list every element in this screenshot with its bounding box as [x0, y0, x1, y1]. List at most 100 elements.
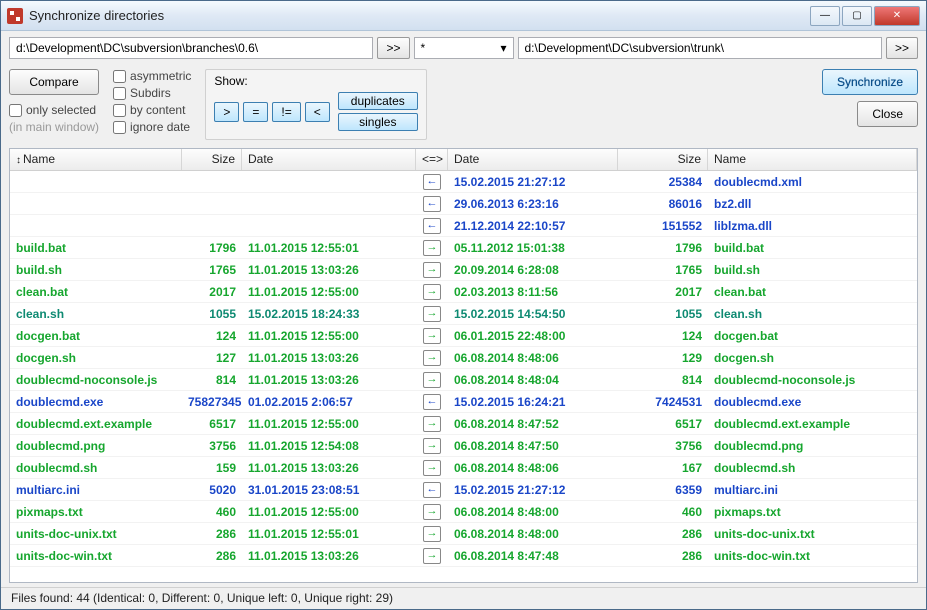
table-row[interactable]: build.sh176511.01.2015 13:03:26→20.09.20… — [10, 259, 917, 281]
col-name-left[interactable]: Name — [10, 149, 182, 170]
table-row[interactable]: ←15.02.2015 21:27:1225384doublecmd.xml — [10, 171, 917, 193]
copy-right-button[interactable]: >> — [886, 37, 918, 59]
asymmetric-checkbox[interactable]: asymmetric — [113, 69, 191, 83]
cell-operation[interactable]: ← — [416, 482, 448, 498]
cell-operation[interactable]: → — [416, 526, 448, 542]
cell-size-right: 124 — [618, 329, 708, 343]
cell-size-right: 167 — [618, 461, 708, 475]
table-row[interactable]: doublecmd.sh15911.01.2015 13:03:26→06.08… — [10, 457, 917, 479]
cell-date-right: 06.08.2014 8:47:48 — [448, 549, 618, 563]
filter-combo[interactable]: *▾ — [414, 37, 514, 59]
col-name-right[interactable]: Name — [708, 149, 917, 170]
compare-button[interactable]: Compare — [9, 69, 99, 95]
cell-size-left: 1796 — [182, 241, 242, 255]
cell-size-right: 460 — [618, 505, 708, 519]
show-notequal-button[interactable]: != — [272, 102, 300, 122]
show-stacked: duplicates singles — [338, 92, 418, 131]
cell-size-right: 1796 — [618, 241, 708, 255]
cell-operation[interactable]: ← — [416, 218, 448, 234]
table-row[interactable]: clean.bat201711.01.2015 12:55:00→02.03.2… — [10, 281, 917, 303]
option-checks: asymmetric Subdirs by content ignore dat… — [113, 69, 191, 134]
window-title: Synchronize directories — [29, 8, 808, 23]
only-selected-note: (in main window) — [9, 120, 99, 134]
cell-date-right: 29.06.2013 6:23:16 — [448, 197, 618, 211]
show-row: > = != < duplicates singles — [214, 92, 417, 131]
show-newer-right-button[interactable]: < — [305, 102, 330, 122]
cell-name-left: build.bat — [10, 241, 182, 255]
show-equal-button[interactable]: = — [243, 102, 268, 122]
table-row[interactable]: doublecmd.png375611.01.2015 12:54:08→06.… — [10, 435, 917, 457]
table-row[interactable]: clean.sh105515.02.2015 18:24:33→15.02.20… — [10, 303, 917, 325]
table-row[interactable]: doublecmd.exe7582734501.02.2015 2:06:57←… — [10, 391, 917, 413]
cell-operation[interactable]: → — [416, 548, 448, 564]
synchronize-button[interactable]: Synchronize — [822, 69, 918, 95]
show-panel: Show: > = != < duplicates singles — [205, 69, 426, 140]
col-operation[interactable]: <=> — [416, 149, 448, 170]
cell-operation[interactable]: → — [416, 460, 448, 476]
cell-operation[interactable]: → — [416, 262, 448, 278]
show-duplicates-button[interactable]: duplicates — [338, 92, 418, 110]
cell-operation[interactable]: → — [416, 306, 448, 322]
cell-name-right: docgen.bat — [708, 329, 917, 343]
left-path-input[interactable] — [9, 37, 373, 59]
cell-operation[interactable]: → — [416, 240, 448, 256]
cell-size-right: 2017 — [618, 285, 708, 299]
table-row[interactable]: units-doc-unix.txt28611.01.2015 12:55:01… — [10, 523, 917, 545]
close-window-button[interactable]: ✕ — [874, 6, 920, 26]
cell-name-right: clean.bat — [708, 285, 917, 299]
cell-name-right: doublecmd-noconsole.js — [708, 373, 917, 387]
cell-size-right: 3756 — [618, 439, 708, 453]
col-date-left[interactable]: Date — [242, 149, 416, 170]
cell-operation[interactable]: → — [416, 350, 448, 366]
table-row[interactable]: pixmaps.txt46011.01.2015 12:55:00→06.08.… — [10, 501, 917, 523]
cell-operation[interactable]: → — [416, 504, 448, 520]
cell-date-right: 06.08.2014 8:48:04 — [448, 373, 618, 387]
cell-operation[interactable]: → — [416, 438, 448, 454]
cell-date-left: 11.01.2015 13:03:26 — [242, 373, 416, 387]
cell-name-right: bz2.dll — [708, 197, 917, 211]
cell-date-right: 06.08.2014 8:47:52 — [448, 417, 618, 431]
maximize-button[interactable]: ▢ — [842, 6, 872, 26]
cell-operation[interactable]: → — [416, 284, 448, 300]
only-selected-checkbox[interactable]: only selected — [9, 103, 99, 117]
cell-size-right: 814 — [618, 373, 708, 387]
ignore-date-checkbox[interactable]: ignore date — [113, 120, 191, 134]
table-row[interactable]: build.bat179611.01.2015 12:55:01→05.11.2… — [10, 237, 917, 259]
arrow-left-icon: ← — [423, 196, 441, 212]
table-row[interactable]: doublecmd.ext.example651711.01.2015 12:5… — [10, 413, 917, 435]
col-size-left[interactable]: Size — [182, 149, 242, 170]
cell-date-right: 15.02.2015 21:27:12 — [448, 175, 618, 189]
cell-operation[interactable]: ← — [416, 174, 448, 190]
cell-date-right: 06.08.2014 8:47:50 — [448, 439, 618, 453]
show-newer-left-button[interactable]: > — [214, 102, 239, 122]
right-path-input[interactable] — [518, 37, 882, 59]
table-row[interactable]: docgen.bat12411.01.2015 12:55:00→06.01.2… — [10, 325, 917, 347]
show-singles-button[interactable]: singles — [338, 113, 418, 131]
cell-operation[interactable]: ← — [416, 394, 448, 410]
cell-operation[interactable]: → — [416, 416, 448, 432]
table-row[interactable]: docgen.sh12711.01.2015 13:03:26→06.08.20… — [10, 347, 917, 369]
cell-date-right: 20.09.2014 6:28:08 — [448, 263, 618, 277]
cell-size-left: 6517 — [182, 417, 242, 431]
grid-body[interactable]: ←15.02.2015 21:27:1225384doublecmd.xml←2… — [10, 171, 917, 582]
subdirs-checkbox[interactable]: Subdirs — [113, 86, 191, 100]
cell-operation[interactable]: → — [416, 372, 448, 388]
table-row[interactable]: multiarc.ini502031.01.2015 23:08:51←15.0… — [10, 479, 917, 501]
table-row[interactable]: units-doc-win.txt28611.01.2015 13:03:26→… — [10, 545, 917, 567]
cell-operation[interactable]: → — [416, 328, 448, 344]
by-content-checkbox[interactable]: by content — [113, 103, 191, 117]
col-date-right[interactable]: Date — [448, 149, 618, 170]
arrow-left-icon: ← — [423, 482, 441, 498]
cell-name-right: doublecmd.exe — [708, 395, 917, 409]
table-row[interactable]: doublecmd-noconsole.js814 11.01.2015 13:0… — [10, 369, 917, 391]
cell-date-right: 21.12.2014 22:10:57 — [448, 219, 618, 233]
cell-operation[interactable]: ← — [416, 196, 448, 212]
table-row[interactable]: ←21.12.2014 22:10:57151552liblzma.dll — [10, 215, 917, 237]
cell-size-right: 7424531 — [618, 395, 708, 409]
copy-left-to-right-button[interactable]: >> — [377, 37, 409, 59]
table-row[interactable]: ←29.06.2013 6:23:1686016bz2.dll — [10, 193, 917, 215]
cell-size-left: 286 — [182, 527, 242, 541]
col-size-right[interactable]: Size — [618, 149, 708, 170]
minimize-button[interactable]: — — [810, 6, 840, 26]
close-button[interactable]: Close — [857, 101, 918, 127]
